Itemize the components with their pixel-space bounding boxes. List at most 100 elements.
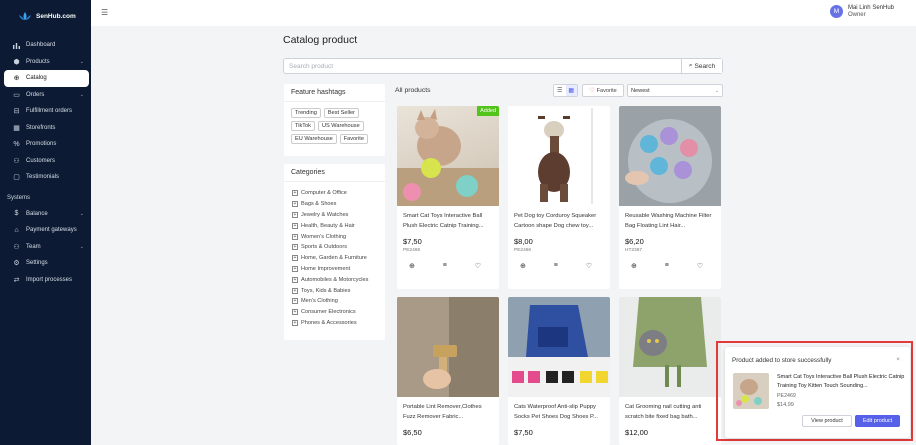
hashtag-trending[interactable]: Trending (291, 108, 321, 118)
category-item[interactable]: + Men's Clothing (292, 296, 385, 307)
category-item[interactable]: + Sports & Outdoors (292, 242, 385, 253)
menu-toggle-icon[interactable]: ☰ (101, 8, 108, 17)
favorite-heart-icon[interactable]: ♡ (586, 262, 592, 270)
truck-icon: ⊟ (13, 108, 20, 116)
favorite-filter-button[interactable]: ♡ Favorite (582, 84, 624, 97)
view-toggle: ☰ ▦ (553, 84, 578, 97)
avatar: M (829, 5, 843, 18)
category-item[interactable]: + Home Improvement (292, 264, 385, 275)
product-card[interactable]: Cats Waterproof Anti-slip Puppy Socks Pe… (508, 297, 610, 445)
sidebar-item-team[interactable]: ⚇ Team ⌄ (0, 239, 91, 256)
category-item[interactable]: + Computer & Office (292, 188, 385, 199)
sidebar-item-storefronts[interactable]: ▦ Storefronts (0, 120, 91, 137)
sidebar-item-label: Products (26, 58, 50, 65)
sidebar-item-orders[interactable]: ▭ Orders ⌄ (0, 87, 91, 104)
product-card[interactable]: Cat Grooming nail cutting anti scratch b… (619, 297, 721, 445)
expand-icon: + (292, 211, 298, 218)
catalog-icon: ⊕ (13, 75, 20, 83)
grid-view-icon[interactable]: ▦ (565, 85, 577, 96)
favorite-heart-icon[interactable]: ♡ (697, 262, 703, 270)
hashtag-best-seller[interactable]: Best Seller (323, 108, 359, 118)
import-icon: ⇄ (13, 276, 20, 284)
search-icon: ⌕ (688, 62, 693, 69)
category-item[interactable]: + Bags & Shoes (292, 199, 385, 210)
category-item[interactable]: + Consumer Electronics (292, 307, 385, 318)
category-item[interactable]: + Toys, Kids & Babies (292, 285, 385, 296)
add-to-store-icon[interactable]: ⊕ (631, 262, 637, 270)
product-card[interactable]: Added Smart Cat Toys Interactive Ball Pl… (397, 106, 499, 289)
sidebar-item-catalog[interactable]: ⊕ Catalog (4, 70, 89, 87)
success-toast: Product added to store successfully × Sm… (725, 347, 910, 438)
sidebar-item-import-processes[interactable]: ⇄ Import processes (0, 272, 91, 289)
expand-icon: + (292, 287, 298, 294)
product-image[interactable]: Added (397, 106, 499, 206)
sort-select[interactable]: Newest ⌄ (627, 84, 723, 97)
add-to-store-icon[interactable]: ⊕ (520, 262, 526, 270)
cart-icon: ▭ (13, 91, 20, 99)
details-icon[interactable]: ≡ (665, 262, 669, 270)
user-name: Mai Linh SenHub (847, 5, 894, 11)
product-name[interactable]: Reusable Washing Machine Filter Bag Floa… (619, 206, 721, 234)
product-name[interactable]: Cats Waterproof Anti-slip Puppy Socks Pe… (508, 397, 610, 425)
sidebar-item-dashboard[interactable]: Dashboard (0, 37, 91, 54)
product-image[interactable] (397, 297, 499, 397)
add-to-store-icon[interactable]: ⊕ (409, 262, 415, 270)
product-name[interactable]: Smart Cat Toys Interactive Ball Plush El… (397, 206, 499, 234)
view-product-button[interactable]: View product (802, 415, 852, 427)
category-item[interactable]: + Women's Clothing (292, 231, 385, 242)
category-label: Automobiles & Motorcycles (301, 276, 369, 283)
product-price: $6,20 (625, 237, 644, 246)
product-card[interactable]: Reusable Washing Machine Filter Bag Floa… (619, 106, 721, 289)
sidebar-item-promotions[interactable]: % Promotions (0, 136, 91, 153)
product-name[interactable]: Pet Dog toy Corduroy Squeaker Cartoon sh… (508, 206, 610, 234)
category-item[interactable]: + Automobiles & Motorcycles (292, 274, 385, 285)
sidebar-item-customers[interactable]: ⚇ Customers (0, 153, 91, 170)
product-image[interactable] (619, 297, 721, 397)
product-name[interactable]: Cat Grooming nail cutting anti scratch b… (619, 397, 721, 425)
hashtag-favorite[interactable]: Favorite (339, 134, 368, 144)
sidebar-item-payment-gateways[interactable]: ⌂ Payment gateways (0, 222, 91, 239)
product-sku: PE2466 (514, 248, 532, 253)
toast-product-name: Smart Cat Toys Interactive Ball Plush El… (777, 374, 905, 389)
hashtag-eu-warehouse[interactable]: EU Warehouse (291, 134, 337, 144)
category-item[interactable]: + Home, Garden & Furniture (292, 253, 385, 264)
search-button[interactable]: ⌕ Search (681, 59, 722, 73)
chat-icon: ▢ (13, 174, 20, 182)
category-item[interactable]: + Health, Beauty & Hair (292, 220, 385, 231)
category-item[interactable]: + Jewelry & Watches (292, 210, 385, 221)
hashtag-tiktok[interactable]: TikTok (291, 121, 315, 131)
sidebar-item-settings[interactable]: ⚙ Settings (0, 255, 91, 272)
product-name[interactable]: Portable Lint Remover,Clothes Fuzz Remov… (397, 397, 499, 425)
details-icon[interactable]: ≡ (554, 262, 558, 270)
brand-name: SenHub.com (36, 13, 76, 20)
close-icon[interactable]: × (896, 356, 900, 363)
product-image[interactable] (619, 106, 721, 206)
hashtag-us-warehouse[interactable]: US Warehouse (317, 121, 364, 131)
sidebar-item-label: Team (26, 243, 41, 250)
sidebar-item-label: Promotions (26, 141, 57, 148)
toast-product-thumbnail (733, 373, 769, 409)
product-card[interactable]: Pet Dog toy Corduroy Squeaker Cartoon sh… (508, 106, 610, 289)
sort-value: Newest (631, 87, 650, 94)
product-image[interactable] (508, 106, 610, 206)
sidebar-item-fulfillment-orders[interactable]: ⊟ Fulfillment orders (0, 103, 91, 120)
list-view-icon[interactable]: ☰ (554, 85, 566, 96)
product-image[interactable] (508, 297, 610, 397)
search-input[interactable] (284, 59, 681, 73)
favorite-heart-icon[interactable]: ♡ (475, 262, 481, 270)
user-menu[interactable]: M Mai Linh SenHub Owner (829, 4, 894, 19)
category-label: Computer & Office (301, 190, 347, 197)
sidebar-item-products[interactable]: ⬢ Products ⌄ (0, 54, 91, 71)
category-item[interactable]: + Phones & Accessories (292, 318, 385, 329)
edit-product-button[interactable]: Edit product (855, 415, 900, 427)
expand-icon: + (292, 298, 298, 305)
sidebar-item-testimonials[interactable]: ▢ Testimonials (0, 169, 91, 186)
brand-logo[interactable]: SenHub.com (0, 0, 91, 26)
sidebar-item-label: Dashboard (26, 42, 56, 49)
product-card[interactable]: Portable Lint Remover,Clothes Fuzz Remov… (397, 297, 499, 445)
product-price: $12,00 (625, 428, 648, 437)
hashtags-title: Feature hashtags (284, 84, 385, 102)
category-label: Phones & Accessories (301, 319, 357, 326)
details-icon[interactable]: ≡ (443, 262, 447, 270)
sidebar-item-balance[interactable]: $ Balance ⌄ (0, 206, 91, 223)
